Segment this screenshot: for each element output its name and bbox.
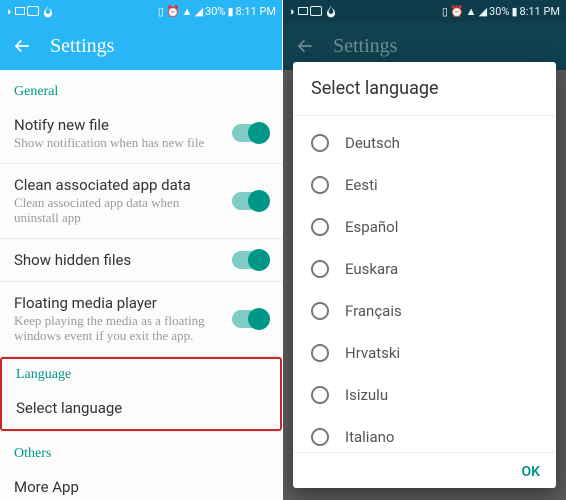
- status-bar: ◗ ▯ ⏰ ▲ ◢ 30% ▮ 8:11 PM: [0, 0, 282, 22]
- row-select-language[interactable]: Select language: [2, 387, 280, 429]
- row-title: Notify new file: [14, 116, 222, 134]
- language-option-italiano[interactable]: Italiano: [311, 416, 538, 452]
- row-show-hidden[interactable]: Show hidden files: [0, 239, 282, 282]
- cast-icon: [27, 6, 39, 16]
- language-options-list: Deutsch Eesti Español Euskara Français H…: [293, 116, 556, 452]
- ok-button[interactable]: OK: [521, 464, 540, 480]
- back-icon[interactable]: [12, 36, 32, 56]
- language-option-francais[interactable]: Français: [311, 290, 538, 332]
- row-title: Clean associated app data: [14, 176, 222, 194]
- select-language-dialog: Select language Deutsch Eesti Español Eu…: [293, 62, 556, 488]
- section-general: General: [0, 70, 282, 104]
- row-clean-data[interactable]: Clean associated app data Clean associat…: [0, 164, 282, 239]
- language-option-isizulu[interactable]: Isizulu: [311, 374, 538, 416]
- wifi-icon: ▲: [182, 5, 193, 18]
- radio-icon: [311, 260, 329, 278]
- settings-screen-dialog: ◗ ▯ ⏰ ▲ ◢ 30% ▮ 8:11 PM Settings G S C S…: [283, 0, 566, 500]
- radio-icon: [311, 134, 329, 152]
- dialog-actions: OK: [293, 452, 556, 488]
- language-option-euskara[interactable]: Euskara: [311, 248, 538, 290]
- radio-icon: [311, 386, 329, 404]
- flame-icon: [41, 4, 55, 18]
- radio-icon: [311, 302, 329, 320]
- language-option-eesti[interactable]: Eesti: [311, 164, 538, 206]
- appbar-title: Settings: [50, 35, 114, 58]
- flame-icon: [324, 4, 338, 18]
- settings-screen: ◗ ▯ ⏰ ▲ ◢ 30% ▮ 8:11 PM Settings General…: [0, 0, 283, 500]
- status-bar: ◗ ▯ ⏰ ▲ ◢ 30% ▮ 8:11 PM: [283, 0, 566, 22]
- toggle-clean[interactable]: [232, 192, 268, 210]
- battery-text: 30%: [205, 5, 225, 18]
- settings-list: General Notify new file Show notificatio…: [0, 70, 282, 500]
- section-others: Others: [0, 432, 282, 466]
- row-title: Floating media player: [14, 294, 222, 312]
- signal-icon: ◢: [195, 5, 203, 18]
- section-language: Language: [2, 359, 280, 387]
- time-text: 8:11 PM: [236, 5, 276, 18]
- toggle-floating[interactable]: [232, 310, 268, 328]
- row-notify-new-file[interactable]: Notify new file Show notification when h…: [0, 104, 282, 164]
- radio-icon: [311, 428, 329, 446]
- time-text: 8:11 PM: [520, 5, 560, 18]
- battery-icon: ▮: [511, 5, 517, 18]
- radio-icon: [311, 344, 329, 362]
- row-subtitle: Clean associated app data when uninstall…: [14, 196, 222, 226]
- cast-icon: [310, 6, 322, 16]
- battery-icon: ▮: [227, 5, 233, 18]
- radio-icon: [311, 176, 329, 194]
- battery-text: 30%: [489, 5, 509, 18]
- screenshot-icon: [15, 7, 25, 15]
- radio-icon: [311, 218, 329, 236]
- app-bar: Settings: [0, 22, 282, 70]
- moon-icon: ◗: [6, 5, 13, 18]
- language-option-deutsch[interactable]: Deutsch: [311, 122, 538, 164]
- toggle-hidden[interactable]: [232, 251, 268, 269]
- vibrate-icon: ▯: [158, 5, 164, 18]
- language-option-hrvatski[interactable]: Hrvatski: [311, 332, 538, 374]
- row-more-app[interactable]: More App: [0, 466, 282, 500]
- toggle-notify[interactable]: [232, 124, 268, 142]
- screenshot-icon: [298, 7, 308, 15]
- row-floating-player[interactable]: Floating media player Keep playing the m…: [0, 282, 282, 357]
- row-title: Select language: [16, 399, 266, 417]
- signal-icon: ◢: [479, 5, 487, 18]
- highlight-box: Language Select language: [0, 357, 282, 431]
- alarm-icon: ⏰: [166, 5, 180, 18]
- back-icon: [295, 36, 315, 56]
- moon-icon: ◗: [289, 5, 296, 18]
- appbar-title: Settings: [333, 35, 397, 58]
- row-title: Show hidden files: [14, 251, 222, 269]
- row-subtitle: Keep playing the media as a floating win…: [14, 314, 222, 344]
- vibrate-icon: ▯: [442, 5, 448, 18]
- alarm-icon: ⏰: [450, 5, 464, 18]
- row-subtitle: Show notification when has new file: [14, 136, 222, 151]
- language-option-espanol[interactable]: Español: [311, 206, 538, 248]
- dialog-title: Select language: [293, 62, 556, 116]
- row-title: More App: [14, 478, 268, 496]
- wifi-icon: ▲: [466, 5, 477, 18]
